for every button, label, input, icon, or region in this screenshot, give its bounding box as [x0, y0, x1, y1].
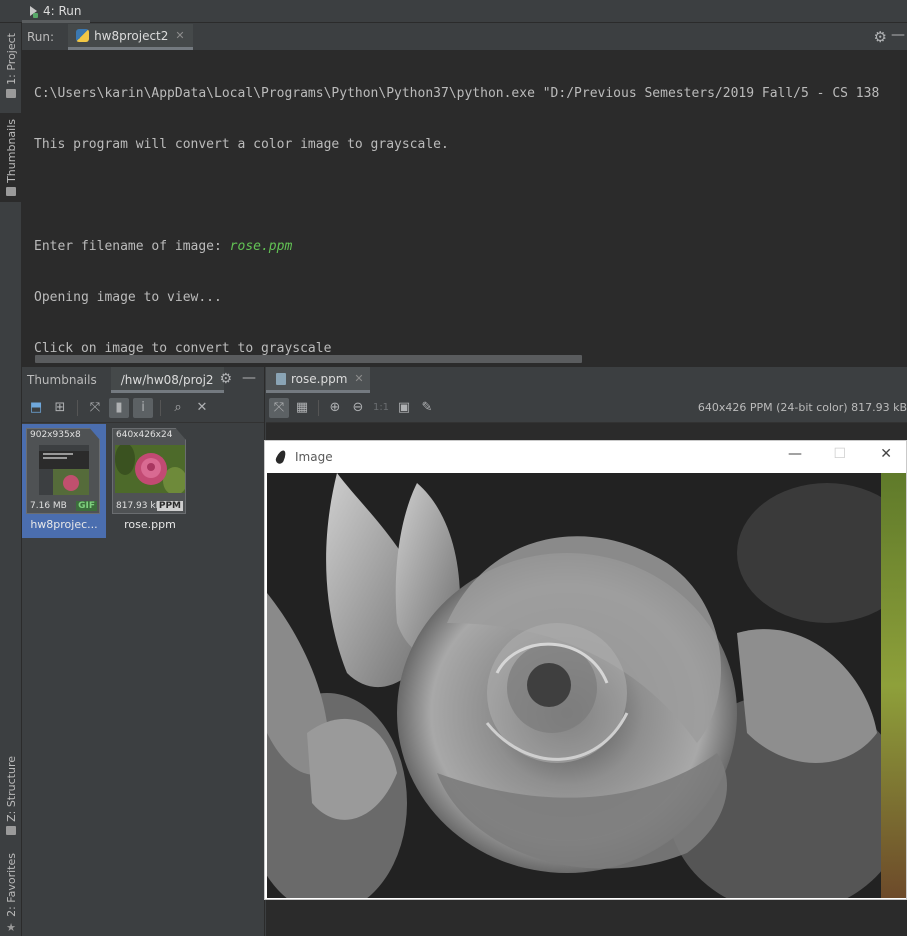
run-config-tab[interactable]: hw8project2 ✕ — [68, 24, 193, 50]
editor-tabs: rose.ppm ✕ — [266, 367, 907, 393]
thumbnail-frame: 902x935x8 7.16 MB GIF — [26, 428, 100, 514]
window-titlebar[interactable]: Image — ☐ ✕ — [265, 441, 906, 472]
color-picker-icon[interactable]: ✎ — [417, 398, 437, 418]
thumbnail-name: hw8projec... — [30, 518, 98, 531]
filter-icon[interactable]: ⌕ — [168, 398, 188, 418]
separator — [77, 399, 78, 416]
favorites-tool-tab[interactable]: 2: Favorites ★ — [0, 853, 22, 934]
thumbnail-item[interactable]: 640x426x24 817.93 kB PPM rose.ppm — [108, 424, 192, 538]
run-header: Run: hw8project2 ✕ ⚙ — — [22, 24, 907, 50]
zoom-out-icon[interactable]: ⊖ — [348, 398, 368, 418]
run-tool-tab[interactable]: 4: Run — [22, 2, 90, 23]
thumbnail-dimensions: 640x426x24 — [116, 430, 173, 440]
gear-icon[interactable]: ⚙ — [219, 371, 232, 387]
image-toolbar: ⤧ ▦ ⊕ ⊖ 1:1 ▣ ✎ 640x426 PPM (24-bit colo… — [266, 393, 907, 423]
console-output[interactable]: C:\Users\karin\AppData\Local\Programs\Py… — [22, 50, 907, 366]
maximize-icon[interactable]: ☐ — [833, 446, 846, 462]
thumbnail-image — [39, 445, 89, 495]
console-line: Opening image to view... — [34, 290, 222, 305]
run-label: Run: — [27, 30, 55, 44]
thumbnails-tool-tab[interactable]: Thumbnails — [0, 113, 22, 202]
minimize-icon[interactable]: — — [242, 370, 256, 386]
structure-tool-tab[interactable]: Z: Structure — [0, 756, 22, 835]
thumbnails-panel: Thumbnails /hw/hw08/proj2 ⚙ — ⬒ ⊞ ⤧ ▮ i … — [22, 367, 265, 936]
separator — [318, 399, 319, 416]
minimize-icon[interactable]: — — [788, 446, 802, 462]
feather-icon — [274, 448, 288, 465]
project-tool-label: 1: Project — [4, 33, 18, 85]
thumbnail-dimensions: 902x935x8 — [30, 430, 81, 440]
star-icon: ★ — [6, 920, 16, 934]
close-icon[interactable]: ✕ — [880, 446, 892, 462]
thumbnail-format-badge: GIF — [76, 501, 97, 511]
favorites-tool-label: 2: Favorites — [4, 853, 18, 917]
run-icon — [30, 6, 38, 18]
grayscale-rose-image[interactable] — [267, 473, 906, 898]
run-config-name: hw8project2 — [94, 28, 169, 43]
image-file-icon — [276, 372, 286, 385]
image-window[interactable]: Image — ☐ ✕ — [264, 440, 907, 900]
close-icon[interactable]: ✕ — [354, 372, 363, 385]
fit-icon[interactable]: ⤧ — [269, 397, 289, 418]
thumbnail-frame: 640x426x24 817.93 kB PPM — [112, 428, 186, 514]
thumbnail-item[interactable]: 902x935x8 7.16 MB GIF hw8projec... — [22, 424, 106, 538]
minimize-icon[interactable]: — — [891, 27, 905, 43]
thumbnail-size: 817.93 kB — [116, 501, 162, 511]
structure-tool-label: Z: Structure — [4, 756, 18, 822]
console-prompt: Enter filename of image: — [34, 239, 230, 254]
actual-size-button[interactable]: 1:1 — [371, 398, 391, 418]
structure-icon — [6, 825, 16, 835]
info-icon[interactable]: i — [133, 397, 153, 418]
console-line-prompt: Enter filename of image: rose.ppm — [34, 236, 907, 257]
top-tool-window-bar: 4: Run — [0, 0, 907, 23]
thumbnail-image — [115, 445, 185, 493]
fit-icon[interactable]: ⤧ — [85, 398, 105, 418]
image-info: 640x426 PPM (24-bit color) 817.93 kB — [697, 401, 907, 414]
run-tool-tab-label: 4: Run — [43, 4, 82, 18]
horizontal-scrollbar[interactable] — [35, 355, 582, 363]
image-icon — [6, 186, 16, 196]
project-tool-tab[interactable]: 1: Project — [0, 33, 22, 98]
grid-icon[interactable]: ▦ — [292, 398, 312, 418]
console-line: This program will convert a color image … — [34, 137, 449, 152]
thumbnails-header: Thumbnails /hw/hw08/proj2 ⚙ — — [22, 367, 264, 393]
thumbnail-size: 7.16 MB — [30, 501, 67, 511]
thumbnail-format-badge: PPM — [156, 501, 183, 511]
up-folder-icon[interactable]: ⬒ — [26, 398, 46, 418]
console-line: C:\Users\karin\AppData\Local\Programs\Py… — [34, 86, 880, 101]
editor-tab-rose[interactable]: rose.ppm ✕ — [266, 367, 370, 393]
fit-window-icon[interactable]: ▣ — [394, 398, 414, 418]
zoom-in-icon[interactable]: ⊕ — [325, 398, 345, 418]
thumbnails-title: Thumbnails — [27, 373, 97, 387]
editor-tab-label: rose.ppm — [291, 371, 348, 386]
left-tool-strip: 1: Project Thumbnails Z: Structure 2: Fa… — [0, 23, 22, 936]
python-icon — [76, 29, 90, 42]
folder-icon — [6, 88, 16, 98]
gear-icon[interactable]: ⚙ — [874, 28, 887, 46]
window-title: Image — [295, 449, 333, 464]
thumbnails-toolbar: ⬒ ⊞ ⤧ ▮ i ⌕ ✕ — [22, 393, 264, 423]
close-icon[interactable]: ✕ — [192, 398, 212, 418]
file-size-icon[interactable]: ▮ — [109, 397, 129, 418]
thumbnails-tool-label: Thumbnails — [4, 119, 18, 183]
console-input-value: rose.ppm — [229, 239, 293, 254]
thumbnails-path-tab[interactable]: /hw/hw08/proj2 — [110, 367, 224, 393]
rose-canvas — [267, 473, 906, 898]
close-icon[interactable]: ✕ — [175, 29, 184, 42]
thumbnail-name: rose.ppm — [124, 518, 176, 531]
separator — [160, 399, 161, 416]
tree-icon[interactable]: ⊞ — [50, 398, 70, 418]
